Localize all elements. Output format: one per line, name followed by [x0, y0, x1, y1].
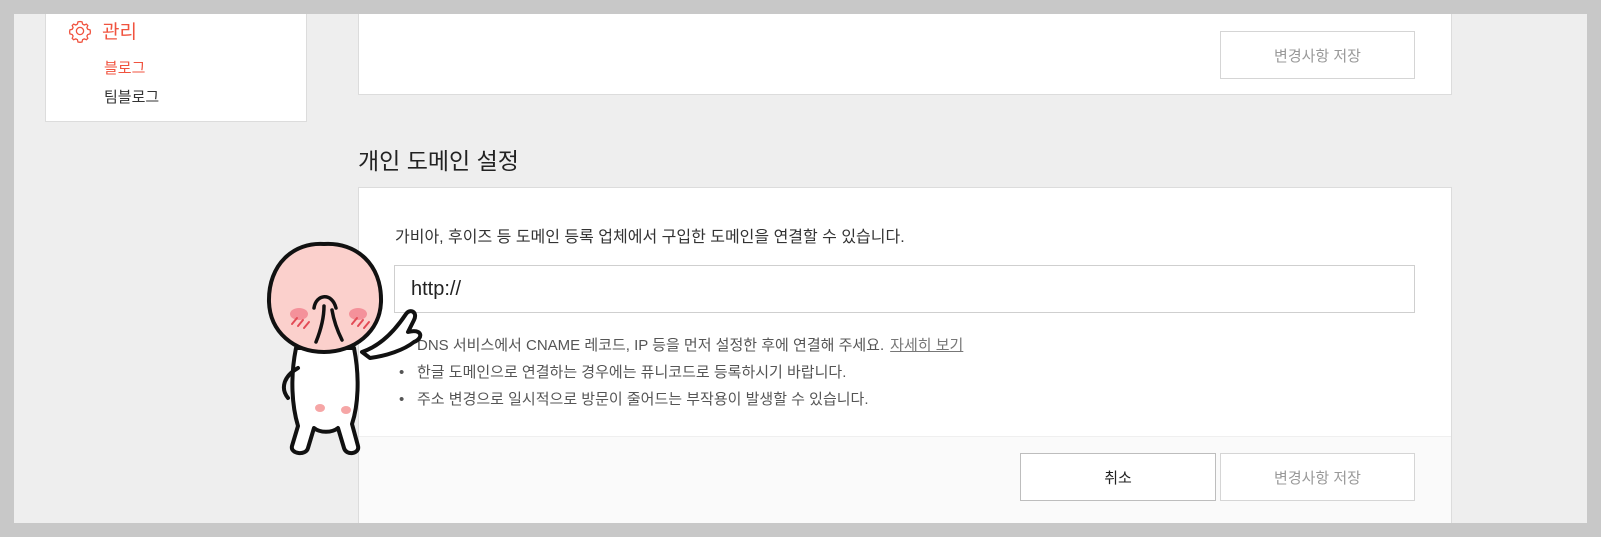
note-item: DNS 서비스에서 CNAME 레코드, IP 등을 먼저 설정한 후에 연결해… — [399, 336, 963, 363]
note-item: 한글 도메인으로 연결하는 경우에는 퓨니코드로 등록하시기 바랍니다. — [399, 363, 963, 390]
save-changes-button[interactable]: 변경사항 저장 — [1220, 453, 1415, 501]
domain-notes: DNS 서비스에서 CNAME 레코드, IP 등을 먼저 설정한 후에 연결해… — [399, 336, 963, 417]
learn-more-link[interactable]: 자세히 보기 — [890, 337, 963, 354]
note-text: DNS 서비스에서 CNAME 레코드, IP 등을 먼저 설정한 후에 연결해… — [417, 337, 885, 354]
cancel-button[interactable]: 취소 — [1020, 453, 1216, 501]
sidebar-title: 관리 — [102, 22, 137, 43]
save-changes-button-top[interactable]: 변경사항 저장 — [1220, 31, 1415, 79]
sidebar-item-blog[interactable]: 블로그 — [104, 57, 145, 78]
sidebar-card: 관리 블로그 팀블로그 — [45, 14, 307, 122]
peach-mascot-illustration — [266, 241, 423, 455]
note-item: 주소 변경으로 일시적으로 방문이 줄어드는 부작용이 발생할 수 있습니다. — [399, 390, 963, 417]
note-text: 한글 도메인으로 연결하는 경우에는 퓨니코드로 등록하시기 바랍니다. — [417, 364, 847, 381]
note-text: 주소 변경으로 일시적으로 방문이 줄어드는 부작용이 발생할 수 있습니다. — [417, 391, 869, 408]
domain-settings-panel: 가비아, 후이즈 등 도메인 등록 업체에서 구입한 도메인을 연결할 수 있습… — [358, 187, 1452, 523]
section-title: 개인 도메인 설정 — [358, 148, 519, 174]
settings-page: 관리 블로그 팀블로그 변경사항 저장 개인 도메인 설정 가비아, 후이즈 등… — [14, 14, 1587, 523]
sidebar-item-team-blog[interactable]: 팀블로그 — [104, 86, 159, 107]
gear-icon — [68, 20, 92, 43]
previous-settings-panel: 변경사항 저장 — [358, 14, 1452, 95]
domain-input[interactable] — [394, 265, 1415, 313]
domain-description: 가비아, 후이즈 등 도메인 등록 업체에서 구입한 도메인을 연결할 수 있습… — [395, 229, 905, 246]
sidebar-section-manage[interactable]: 관리 — [68, 17, 137, 44]
